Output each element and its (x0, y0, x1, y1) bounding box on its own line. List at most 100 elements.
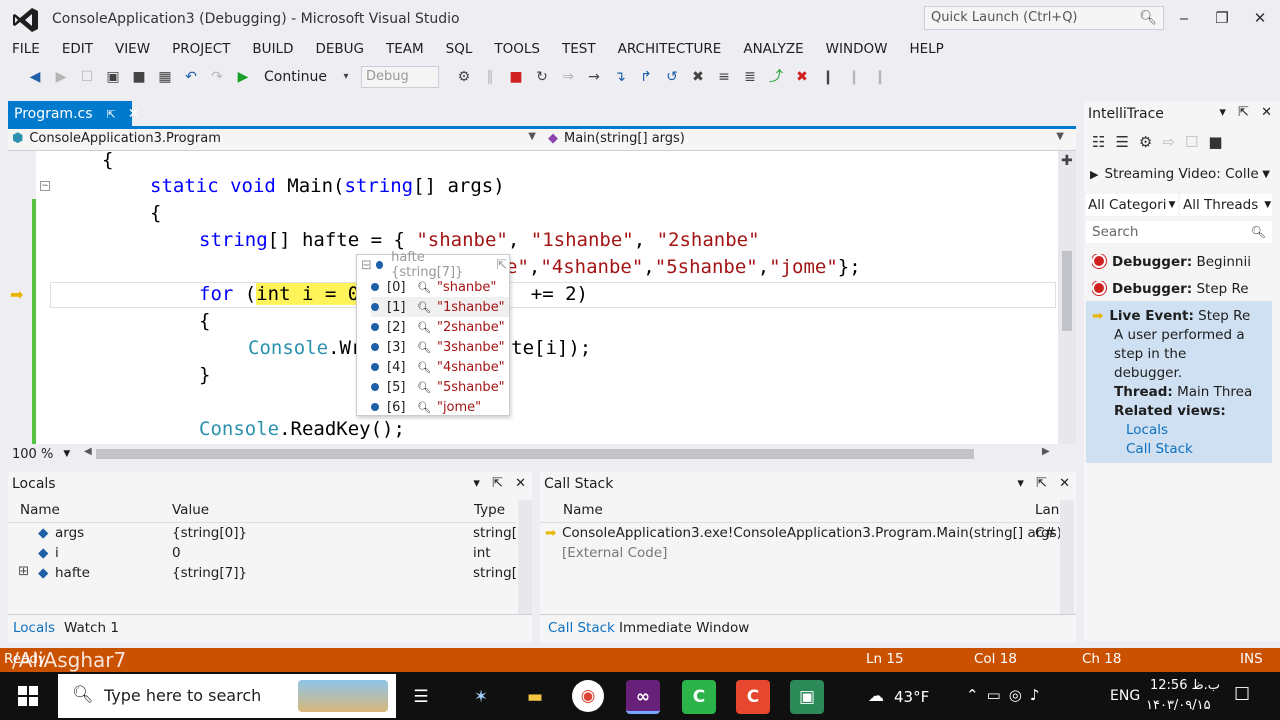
new-project-icon[interactable]: ☐ (76, 66, 98, 88)
menu-file[interactable]: FILE (0, 38, 50, 60)
scrollbar-thumb[interactable] (1062, 251, 1072, 331)
close-icon[interactable]: ✕ (515, 476, 526, 491)
pin-icon[interactable]: ⇱ (1036, 476, 1047, 491)
close-icon[interactable]: ✕ (1059, 476, 1070, 491)
magnifier-icon[interactable]: 🔍︎ (417, 361, 431, 374)
break-all-icon[interactable]: ‖ (479, 66, 501, 88)
bookmark-icon[interactable]: ❙ (817, 66, 839, 88)
save-all-icon[interactable]: ▦ (154, 66, 176, 88)
stop-debugging-icon[interactable]: ■ (505, 66, 527, 88)
step-out-icon[interactable]: ↱ (635, 66, 657, 88)
quick-launch-input[interactable]: Quick Launch (Ctrl+Q) 🔍︎ (924, 6, 1164, 30)
undo-icon[interactable]: ↶ (180, 66, 202, 88)
tab-watch-1[interactable]: Watch 1 (64, 620, 119, 636)
task-view-icon[interactable]: ☰ (404, 680, 438, 714)
menu-sql[interactable]: SQL (434, 38, 483, 60)
datatip-item[interactable]: [0] 🔍︎ "shanbe" (371, 277, 509, 297)
system-tray-icons[interactable]: ⌃▭◎♪ (966, 686, 1047, 704)
clear-breakpoints-icon[interactable]: ✖ (791, 66, 813, 88)
intellitrace-event[interactable]: Debugger: Step Re (1092, 281, 1272, 297)
minimize-button[interactable]: ‒ (1166, 4, 1202, 32)
category-filter-select[interactable]: All Categori ▼ (1086, 194, 1178, 216)
pin-icon[interactable]: ⇱ (492, 476, 503, 491)
maximize-button[interactable]: ❐ (1204, 4, 1240, 32)
menu-analyze[interactable]: ANALYZE (731, 38, 813, 60)
datatip-item[interactable]: [6] 🔍︎ "jome" (371, 397, 509, 417)
windows-start-icon[interactable] (18, 686, 38, 706)
settings-icon[interactable]: ⚙ (1139, 133, 1162, 151)
menu-build[interactable]: BUILD (240, 38, 303, 60)
attach-process-icon[interactable]: ⚙ (453, 66, 475, 88)
comment-icon[interactable]: ≣ (739, 66, 761, 88)
chevron-down-icon[interactable]: ▾ (335, 66, 357, 88)
code-editor[interactable]: − ➡ { static void Main(string[] args) { … (8, 151, 1076, 444)
taskbar-search-input[interactable]: 🔍︎ Type here to search (58, 674, 396, 718)
callstack-column-name[interactable]: Name (563, 502, 603, 518)
tab-program-cs[interactable]: Program.cs ⇱ ✕ (8, 101, 139, 127)
solution-configuration-select[interactable]: Debug (360, 66, 439, 88)
session-dropdown[interactable]: ▶ Streaming Video: Colle ▼ (1090, 166, 1270, 182)
recorder-icon[interactable]: C (736, 680, 770, 714)
menu-test[interactable]: TEST (550, 38, 606, 60)
locals-column-name[interactable]: Name (20, 502, 60, 518)
close-icon[interactable]: ✕ (1261, 105, 1272, 120)
menu-project[interactable]: PROJECT (160, 38, 240, 60)
related-view-locals-link[interactable]: Locals (1126, 422, 1280, 438)
camtasia-icon[interactable]: C (682, 680, 716, 714)
collapse-icon[interactable]: ⊟ (361, 258, 372, 273)
prev-bookmark-icon[interactable]: ❙ (843, 66, 865, 88)
magnifier-icon[interactable]: 🔍︎ (417, 341, 431, 354)
locals-column-type[interactable]: Type (474, 502, 505, 518)
chevron-down-icon[interactable]: ▾ (1017, 476, 1024, 491)
app-icon[interactable]: ✶ (464, 680, 498, 714)
menu-edit[interactable]: EDIT (50, 38, 103, 60)
callstack-scrollbar[interactable] (1060, 500, 1074, 614)
tab-immediate-window[interactable]: Immediate Window (619, 620, 749, 636)
continue-icon[interactable]: ▶ (232, 66, 254, 88)
navigate-icon[interactable]: ⇨ (1162, 133, 1185, 151)
zoom-select[interactable]: 100 % ▼ (8, 444, 78, 464)
threads-icon[interactable]: ≡ (713, 66, 735, 88)
tab-call-stack[interactable]: Call Stack (548, 620, 615, 636)
close-icon[interactable]: ✕ (128, 106, 140, 122)
navigate-back-icon[interactable]: ◀ (24, 66, 46, 88)
open-file-icon[interactable]: ▣ (102, 66, 124, 88)
scroll-right-icon[interactable]: ▶ (1042, 446, 1050, 457)
live-event-selected[interactable] (1086, 301, 1272, 463)
restart-icon[interactable]: ↻ (531, 66, 553, 88)
save-log-icon[interactable]: ■ (1208, 133, 1232, 151)
menu-window[interactable]: WINDOW (814, 38, 898, 60)
datatip-hafte[interactable]: ⊟ hafte {string[7]} ⇱ [0] 🔍︎ "shanbe" [1] 🔍… (356, 250, 510, 417)
locals-scrollbar[interactable] (518, 500, 532, 614)
horizontal-scrollbar[interactable] (96, 449, 974, 459)
step-back-icon[interactable]: ↺ (661, 66, 683, 88)
pin-icon[interactable]: ⇱ (107, 108, 116, 121)
datatip-item[interactable]: [4] 🔍︎ "4shanbe" (371, 357, 509, 377)
magnifier-icon[interactable]: 🔍︎ (417, 381, 431, 394)
scroll-left-icon[interactable]: ◀ (84, 446, 92, 457)
type-dropdown[interactable]: ⬢ ConsoleApplication3.Program ▼ (12, 131, 540, 146)
step-into-icon[interactable]: → (583, 66, 605, 88)
vertical-scrollbar[interactable] (1058, 151, 1076, 444)
magnifier-icon[interactable]: 🔍︎ (417, 281, 431, 294)
datatip-item[interactable]: [1] 🔍︎ "1shanbe" (371, 297, 509, 317)
menu-view[interactable]: VIEW (103, 38, 160, 60)
visual-studio-taskbar-icon[interactable]: ∞ (626, 680, 660, 714)
thread-filter-select[interactable]: All Threads ▼ (1180, 194, 1272, 216)
menu-team[interactable]: TEAM (374, 38, 434, 60)
continue-button[interactable]: Continue (264, 69, 327, 85)
list-view-icon[interactable]: ☷ (1092, 133, 1115, 151)
datatip-item[interactable]: [3] 🔍︎ "3shanbe" (371, 337, 509, 357)
pin-icon[interactable]: ⇱ (1238, 105, 1249, 120)
input-language[interactable]: ENG (1110, 688, 1140, 704)
pin-icon[interactable]: ⇱ (496, 258, 507, 273)
intellitrace-search-input[interactable]: Search 🔍︎ (1086, 221, 1272, 243)
member-dropdown[interactable]: ◆ Main(string[] args) ▼ (548, 131, 1068, 146)
weather-temperature[interactable]: 43°F (894, 688, 929, 706)
menu-tools[interactable]: TOOLS (482, 38, 550, 60)
chevron-down-icon[interactable]: ▾ (473, 476, 480, 491)
related-view-callstack-link[interactable]: Call Stack (1126, 441, 1280, 457)
intellitrace-event[interactable]: Debugger: Beginnii (1092, 254, 1272, 270)
collapse-icon[interactable]: − (40, 181, 50, 191)
expand-icon[interactable]: ⊞ (18, 563, 29, 579)
